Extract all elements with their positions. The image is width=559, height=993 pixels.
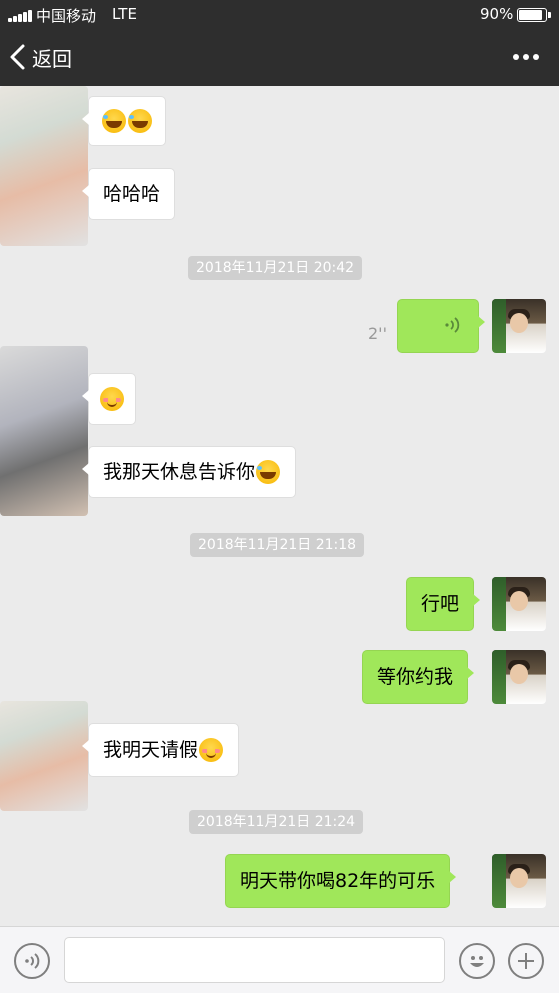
voice-wave-icon <box>445 317 460 333</box>
message-input[interactable] <box>64 937 445 983</box>
laughing-crying-emoji-icon <box>102 109 126 133</box>
message-text: 明天带你喝82年的可乐 <box>240 870 436 892</box>
chat-area[interactable]: 哈哈哈 2018年11月21日 20:42 2'' 我那天休息告诉你 2018年… <box>0 86 559 926</box>
chevron-left-icon <box>10 44 25 70</box>
back-button[interactable]: 返回 <box>8 40 72 74</box>
signal-icon <box>8 10 32 22</box>
my-avatar[interactable] <box>492 299 546 353</box>
input-bar <box>0 926 559 993</box>
laughing-crying-emoji-icon <box>128 109 152 133</box>
outgoing-message[interactable]: 明天带你喝82年的可乐 <box>225 854 457 908</box>
avatar[interactable] <box>0 86 88 246</box>
incoming-message[interactable]: 我那天休息告诉你 <box>81 446 297 498</box>
emoji-button[interactable] <box>459 943 495 979</box>
message-text: 哈哈哈 <box>103 183 161 205</box>
avatar[interactable] <box>0 346 88 516</box>
emoji-icon <box>470 956 484 967</box>
message-text: 等你约我 <box>377 666 454 688</box>
carrier-name: 中国移动 <box>36 7 97 25</box>
message-text: 我那天休息告诉你 <box>103 461 256 483</box>
more-dots-icon <box>513 54 519 60</box>
timestamp: 2018年11月21日 20:42 <box>188 256 363 280</box>
blush-emoji-icon <box>100 387 124 411</box>
more-functions-button[interactable] <box>508 943 544 979</box>
voice-message[interactable] <box>397 299 485 353</box>
my-avatar[interactable] <box>492 854 546 908</box>
avatar[interactable] <box>0 701 88 811</box>
status-bar: 中国移动 LTE 90% <box>0 0 559 30</box>
plus-icon <box>518 953 534 969</box>
timestamp: 2018年11月21日 21:24 <box>189 810 364 834</box>
incoming-message[interactable]: 我明天请假 <box>81 723 240 777</box>
blush-emoji-icon <box>199 738 224 762</box>
battery-percentage: 90% <box>480 5 514 23</box>
timestamp: 2018年11月21日 21:18 <box>190 533 365 557</box>
message-text: 行吧 <box>421 593 460 615</box>
outgoing-message[interactable]: 行吧 <box>406 577 481 631</box>
battery-icon <box>517 8 551 22</box>
my-avatar[interactable] <box>492 577 546 631</box>
incoming-message[interactable]: 哈哈哈 <box>81 168 176 220</box>
laughing-crying-emoji-icon <box>256 460 281 484</box>
message-text: 我明天请假 <box>103 739 199 761</box>
back-label: 返回 <box>32 46 72 71</box>
incoming-message[interactable] <box>82 373 136 425</box>
battery-fill <box>519 10 542 20</box>
voice-wave-icon <box>25 953 40 969</box>
more-button[interactable] <box>506 40 546 74</box>
top-bar: 中国移动 LTE 90% 返回 <box>0 0 559 86</box>
my-avatar[interactable] <box>492 650 546 704</box>
incoming-message[interactable] <box>82 96 166 146</box>
voice-duration: 2'' <box>368 324 387 343</box>
outgoing-message[interactable]: 等你约我 <box>362 650 475 704</box>
network-type: LTE <box>112 5 137 23</box>
voice-input-button[interactable] <box>14 943 50 979</box>
